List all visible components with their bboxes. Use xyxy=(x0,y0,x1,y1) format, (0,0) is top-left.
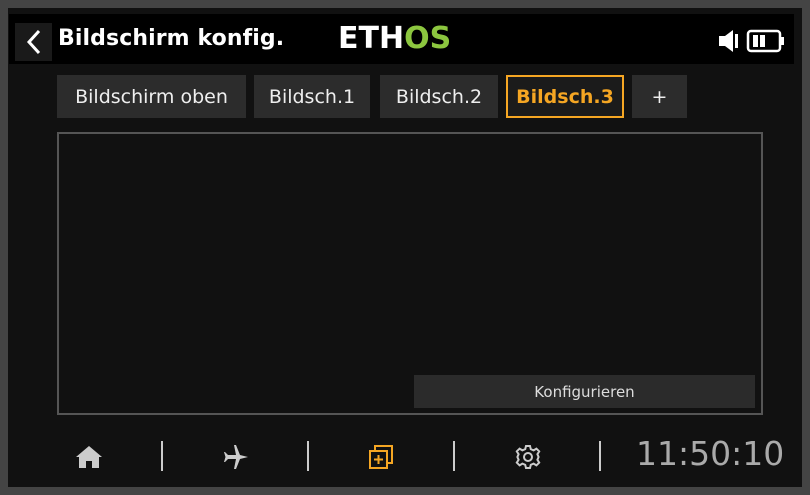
tab-bildsch-1[interactable]: Bildsch.1 xyxy=(254,75,370,118)
title-bar: Bildschirm konfig. ETHOS xyxy=(9,14,794,64)
nav-divider xyxy=(161,441,163,471)
tab-bildsch-2[interactable]: Bildsch.2 xyxy=(380,75,498,118)
gear-icon[interactable] xyxy=(511,440,545,474)
screens-icon[interactable] xyxy=(364,440,398,474)
airplane-icon[interactable] xyxy=(219,440,253,474)
status-icons xyxy=(718,28,786,54)
tab-bildschirm-oben[interactable]: Bildschirm oben xyxy=(57,75,246,118)
home-icon[interactable] xyxy=(72,440,106,474)
add-screen-button[interactable]: + xyxy=(632,75,687,118)
configure-button[interactable]: Konfigurieren xyxy=(414,375,755,408)
nav-divider xyxy=(307,441,309,471)
clock: 11:50:10 xyxy=(636,434,785,473)
tab-bildsch-3[interactable]: Bildsch.3 xyxy=(506,75,624,118)
back-button[interactable] xyxy=(15,23,52,61)
screen-preview-panel xyxy=(57,132,763,415)
battery-icon xyxy=(746,29,784,53)
page-title: Bildschirm konfig. xyxy=(58,26,285,51)
nav-divider xyxy=(599,441,601,471)
chevron-left-icon xyxy=(26,29,40,55)
nav-divider xyxy=(453,441,455,471)
ethos-logo: ETHOS xyxy=(338,21,452,56)
speaker-icon[interactable] xyxy=(718,28,740,54)
